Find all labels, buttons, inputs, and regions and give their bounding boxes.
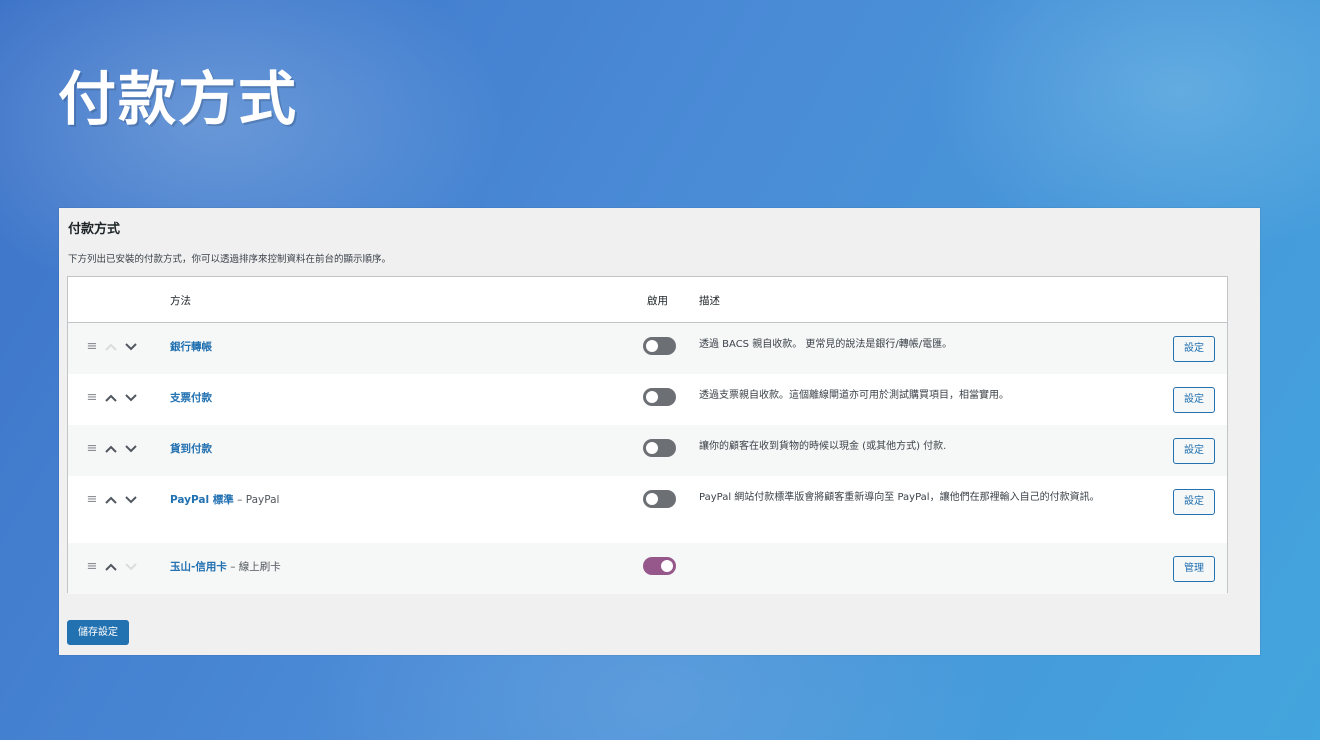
table-row: ≡ 銀行轉帳 透過 BACS 親自收款。 更常見的說法是銀行/轉帳/電匯。 設定 (68, 323, 1227, 374)
chevron-down-icon[interactable] (124, 561, 138, 573)
gateway-description: 透過支票親自收款。這個離線閘道亦可用於測試購買項目，相當實用。 (699, 390, 1009, 401)
enable-toggle[interactable] (643, 557, 676, 575)
gateway-name-link[interactable]: 貨到付款 (170, 441, 212, 456)
chevron-down-icon[interactable] (124, 341, 138, 353)
table-row: ≡ 貨到付款 讓你的顧客在收到貨物的時候以現金 (或其他方式) 付款. 設定 (68, 425, 1227, 476)
gateway-name-link[interactable]: 支票付款 (170, 390, 212, 405)
chevron-up-icon[interactable] (104, 392, 118, 404)
drag-handle-icon[interactable]: ≡ (86, 441, 98, 456)
setup-button[interactable]: 設定 (1173, 489, 1215, 515)
save-settings-button[interactable]: 儲存設定 (67, 620, 129, 645)
table-row: ≡ 支票付款 透過支票親自收款。這個離線閘道亦可用於測試購買項目，相當實用。 設… (68, 374, 1227, 425)
chevron-down-icon[interactable] (124, 392, 138, 404)
payment-gateways-table: 方法 啟用 描述 ≡ 銀行轉帳 透過 BACS 親自收款。 更常見的說法是銀行/… (67, 276, 1228, 594)
enable-toggle[interactable] (643, 337, 676, 355)
enable-toggle[interactable] (643, 490, 676, 508)
gateway-name-link[interactable]: 銀行轉帳 (170, 339, 212, 354)
setup-button[interactable]: 設定 (1173, 387, 1215, 413)
chevron-up-icon[interactable] (104, 341, 118, 353)
table-header: 方法 啟用 描述 (68, 277, 1227, 323)
gateway-name-link[interactable]: 玉山-信用卡 – 線上刷卡 (170, 559, 281, 574)
gateway-name-link[interactable]: PayPal 標準 – PayPal (170, 492, 279, 507)
gateway-description: 讓你的顧客在收到貨物的時候以現金 (或其他方式) 付款. (699, 441, 947, 452)
setup-button[interactable]: 設定 (1173, 336, 1215, 362)
manage-button[interactable]: 管理 (1173, 556, 1215, 582)
chevron-down-icon[interactable] (124, 443, 138, 455)
gateway-description: PayPal 網站付款標準版會將顧客重新導向至 PayPal，讓他們在那裡輸入自… (699, 492, 1100, 503)
column-description: 描述 (699, 295, 720, 307)
chevron-down-icon[interactable] (124, 494, 138, 506)
table-row: ≡ 玉山-信用卡 – 線上刷卡 管理 (68, 543, 1227, 594)
drag-handle-icon[interactable]: ≡ (86, 390, 98, 405)
chevron-up-icon[interactable] (104, 494, 118, 506)
enable-toggle[interactable] (643, 388, 676, 406)
table-row: ≡ PayPal 標準 – PayPal PayPal 網站付款標準版會將顧客重… (68, 476, 1227, 543)
chevron-up-icon[interactable] (104, 561, 118, 573)
payment-methods-panel: 付款方式 下方列出已安裝的付款方式，你可以透過排序來控制資料在前台的顯示順序。 … (59, 208, 1260, 655)
chevron-up-icon[interactable] (104, 443, 118, 455)
setup-button[interactable]: 設定 (1173, 438, 1215, 464)
drag-handle-icon[interactable]: ≡ (86, 492, 98, 507)
enable-toggle[interactable] (643, 439, 676, 457)
page-description: 下方列出已安裝的付款方式，你可以透過排序來控制資料在前台的顯示順序。 (68, 254, 392, 265)
drag-handle-icon[interactable]: ≡ (86, 339, 98, 354)
hero-title: 付款方式 (58, 65, 299, 133)
drag-handle-icon[interactable]: ≡ (86, 559, 98, 574)
page-title: 付款方式 (68, 222, 121, 237)
column-method: 方法 (170, 295, 191, 307)
gateway-description: 透過 BACS 親自收款。 更常見的說法是銀行/轉帳/電匯。 (699, 339, 953, 350)
column-enabled: 啟用 (647, 295, 668, 307)
